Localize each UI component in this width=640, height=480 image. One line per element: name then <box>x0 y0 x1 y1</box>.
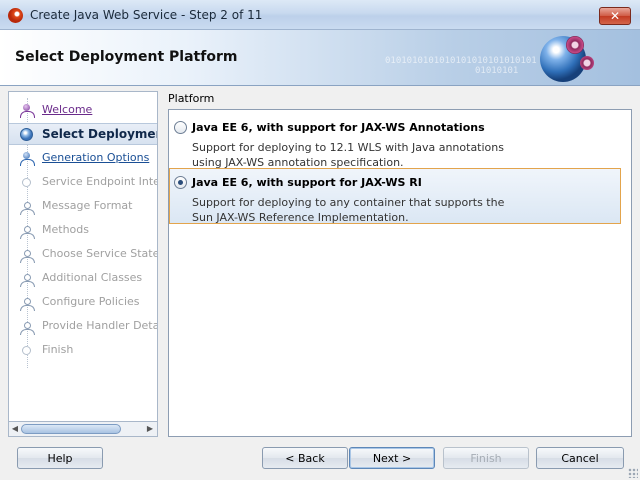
nav-step-label: Additional Classes <box>42 271 143 284</box>
platform-options-list: Java EE 6, with support for JAX-WS Annot… <box>168 109 632 437</box>
nav-step-label: Configure Policies <box>42 295 140 308</box>
title-bar: Create Java Web Service - Step 2 of 11 ✕ <box>0 0 640 30</box>
nav-step-label: Methods <box>42 223 89 236</box>
window-title: Create Java Web Service - Step 2 of 11 <box>30 8 263 22</box>
page-title: Select Deployment Platform <box>15 49 238 65</box>
disabled-step-icon <box>20 320 35 335</box>
disabled-step-icon <box>20 200 35 215</box>
disabled-step-icon <box>20 272 35 287</box>
next-button[interactable]: Next > <box>349 447 435 469</box>
nav-step-generation-options[interactable]: Generation Options <box>9 148 157 168</box>
cancel-button[interactable]: Cancel <box>536 447 624 469</box>
disabled-step-icon <box>22 346 31 355</box>
nav-step-label: Welcome <box>42 103 93 116</box>
nav-step-configure-policies: Configure Policies <box>9 292 157 312</box>
binary-decoration: 0101010101010101010101010101 01010101 <box>385 56 537 76</box>
radio-button-selected[interactable] <box>174 176 187 189</box>
current-step-icon <box>20 128 33 141</box>
nav-step-choose-service-state: Choose Service State <box>9 244 158 264</box>
nav-step-label: Select Deployment Platform <box>42 127 157 141</box>
help-button[interactable]: Help <box>17 447 103 469</box>
nav-step-methods: Methods <box>9 220 157 240</box>
option-description-line: Support for deploying to any container t… <box>192 196 505 209</box>
nav-step-label: Generation Options <box>42 151 150 164</box>
option-description: Support for deploying to 12.1 WLS with J… <box>192 140 504 170</box>
finish-button: Finish <box>443 447 529 469</box>
nav-horizontal-scrollbar[interactable]: ◀ ▶ <box>8 421 158 437</box>
disabled-step-icon <box>20 224 35 239</box>
platform-panel: Platform Java EE 6, with support for JAX… <box>168 88 632 437</box>
nav-step-label: Service Endpoint Interface <box>42 175 158 188</box>
platform-option-annotations[interactable]: Java EE 6, with support for JAX-WS Annot… <box>169 113 621 170</box>
nav-step-finish: Finish <box>9 340 157 360</box>
gear-icon <box>580 56 594 70</box>
nav-step-label: Message Format <box>42 199 133 212</box>
nav-step-provide-handler-details: Provide Handler Details <box>9 316 157 336</box>
platform-label: Platform <box>168 92 215 105</box>
nav-step-additional-classes: Additional Classes <box>9 268 157 288</box>
wizard-header: Select Deployment Platform 0101010101010… <box>0 30 640 86</box>
wizard-steps-nav: Welcome Select Deployment Platform Gener… <box>8 91 158 437</box>
option-title: Java EE 6, with support for JAX-WS Annot… <box>192 121 485 134</box>
nav-step-label: Finish <box>42 343 74 356</box>
back-button[interactable]: < Back <box>262 447 348 469</box>
step-icon <box>20 152 35 166</box>
nav-step-select-deployment-platform[interactable]: Select Deployment Platform <box>9 123 157 145</box>
option-description-line: Sun JAX-WS Reference Implementation. <box>192 211 409 224</box>
scroll-left-icon[interactable]: ◀ <box>10 424 20 434</box>
disabled-step-icon <box>22 178 31 187</box>
scrollbar-thumb[interactable] <box>21 424 121 434</box>
nav-step-message-format: Message Format <box>9 196 157 216</box>
nav-step-service-endpoint-interface: Service Endpoint Interface <box>9 172 158 192</box>
close-icon: ✕ <box>609 9 621 23</box>
disabled-step-icon <box>20 248 35 263</box>
nav-step-label: Choose Service State <box>42 247 158 260</box>
gear-icon <box>566 36 584 54</box>
binary-text: 0101010101010101010101010101 <box>385 56 537 66</box>
resize-grip-icon[interactable] <box>628 468 638 478</box>
radio-button[interactable] <box>174 121 187 134</box>
nav-step-label: Provide Handler Details <box>42 319 157 332</box>
option-title: Java EE 6, with support for JAX-WS RI <box>192 176 422 189</box>
disabled-step-icon <box>20 296 35 311</box>
visited-step-icon <box>20 104 35 118</box>
app-icon <box>8 8 23 23</box>
scroll-right-icon[interactable]: ▶ <box>145 424 155 434</box>
option-description-line: Support for deploying to 12.1 WLS with J… <box>192 141 504 154</box>
binary-text-2: 01010101 <box>475 66 519 76</box>
option-description: Support for deploying to any container t… <box>192 195 504 225</box>
nav-step-welcome[interactable]: Welcome <box>9 100 157 120</box>
platform-option-jaxws-ri[interactable]: Java EE 6, with support for JAX-WS RI Su… <box>169 168 621 224</box>
close-button[interactable]: ✕ <box>599 7 631 25</box>
